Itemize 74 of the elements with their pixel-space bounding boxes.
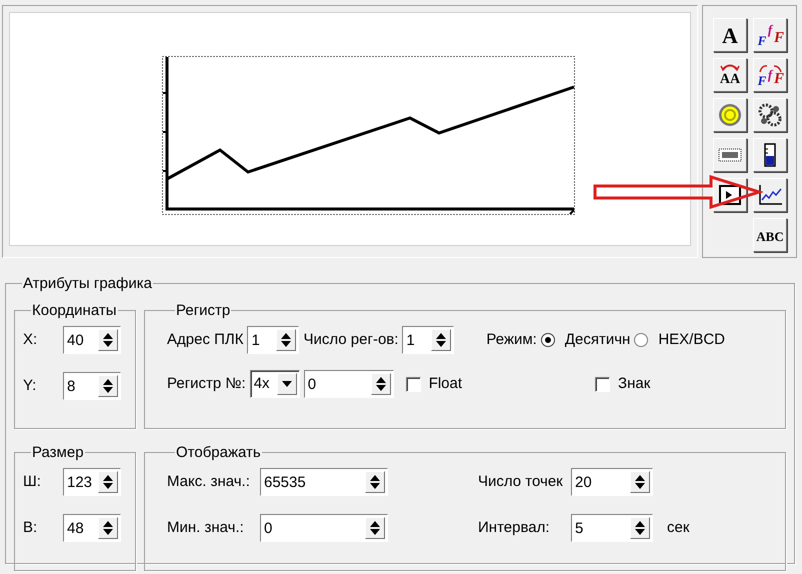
group-title: Регистр [175, 303, 232, 318]
trend-chart-icon [757, 183, 783, 207]
field-label: Мин. знач.: [167, 518, 245, 538]
spin-field[interactable]: 48 [63, 514, 121, 542]
toolbar-button[interactable] [713, 138, 747, 172]
spin-button[interactable] [630, 517, 650, 539]
spin-field[interactable]: 5 [571, 514, 653, 542]
field-label: X: [23, 330, 38, 350]
group-title: Координаты [31, 303, 118, 318]
group-title: Отображать [175, 445, 262, 460]
radio-button[interactable] [540, 333, 555, 347]
field-label: Режим: [486, 330, 537, 350]
spin-button[interactable] [370, 373, 391, 395]
field-label: Число рег-ов: [303, 330, 398, 350]
spin-field[interactable]: 123 [63, 468, 121, 496]
up-down-arrows-icon [634, 474, 646, 490]
checkbox-label[interactable]: Float [428, 372, 462, 396]
field-label: Y: [23, 376, 38, 396]
field-label: Ш: [23, 472, 42, 492]
up-down-arrows-icon [102, 332, 114, 348]
up-down-arrows-icon [280, 332, 292, 348]
spin-field[interactable]: 65535 [260, 468, 388, 496]
spin-button[interactable] [630, 471, 650, 493]
up-down-arrows-icon [369, 474, 381, 490]
toolbar-button[interactable]: A [713, 18, 747, 52]
gears-icon [758, 103, 782, 127]
spin-button[interactable] [98, 471, 118, 493]
checkbox[interactable] [595, 376, 610, 392]
lamp-icon [718, 103, 742, 127]
spin-button[interactable] [431, 329, 452, 351]
up-down-arrows-icon [102, 520, 114, 536]
radio-button[interactable] [634, 333, 648, 347]
checkbox-label[interactable]: Знак [618, 372, 650, 396]
radio-label[interactable]: HEX/BCD [658, 328, 726, 352]
spin-button[interactable] [98, 375, 118, 397]
up-down-arrows-icon [634, 520, 646, 536]
toolbar-button[interactable] [753, 98, 787, 132]
tank-icon [762, 143, 778, 167]
up-down-arrows-icon [102, 474, 114, 490]
spin-field[interactable]: 0 [260, 514, 388, 542]
field-label: В: [23, 518, 38, 538]
letter-icon: A [719, 23, 741, 47]
field-label: Макс. знач.: [167, 472, 251, 492]
spin-field[interactable]: 20 [571, 468, 653, 496]
radio-label[interactable]: Десятичн [564, 328, 630, 352]
toolbar-button[interactable] [753, 178, 787, 212]
spin-field[interactable]: 0 [304, 370, 394, 398]
field-label: Интервал: [478, 518, 551, 538]
field-label: Регистр №: [167, 374, 246, 394]
spin-button[interactable] [98, 517, 118, 539]
spin-field[interactable]: 8 [63, 372, 121, 400]
group-title: Размер [31, 445, 85, 460]
spin-button[interactable] [276, 329, 296, 351]
spin-button[interactable] [365, 471, 385, 493]
up-down-arrows-icon [435, 332, 448, 348]
spin-button[interactable] [365, 517, 385, 539]
up-down-arrows-icon [369, 520, 381, 536]
field-label: сек [667, 518, 690, 538]
spin-button[interactable] [98, 329, 118, 351]
letter-icon: ABC [755, 226, 785, 244]
spin-field[interactable]: 40 [63, 326, 121, 354]
spin-field[interactable]: 1 [247, 326, 300, 354]
spin-field[interactable]: 1 [402, 326, 454, 354]
caret-icon [282, 381, 292, 387]
checkbox[interactable] [406, 376, 421, 392]
display-icon [718, 148, 742, 162]
field-label: Число точек [478, 472, 564, 492]
group-title: Атрибуты графика [22, 276, 153, 291]
toolbar-button[interactable] [753, 138, 787, 172]
toolbar-button[interactable]: ABC [753, 218, 787, 252]
field-label: Адрес ПЛК [167, 330, 244, 350]
up-down-arrows-icon [102, 378, 114, 394]
up-down-arrows-icon [374, 376, 387, 392]
dropdown[interactable]: 4x [250, 370, 300, 398]
